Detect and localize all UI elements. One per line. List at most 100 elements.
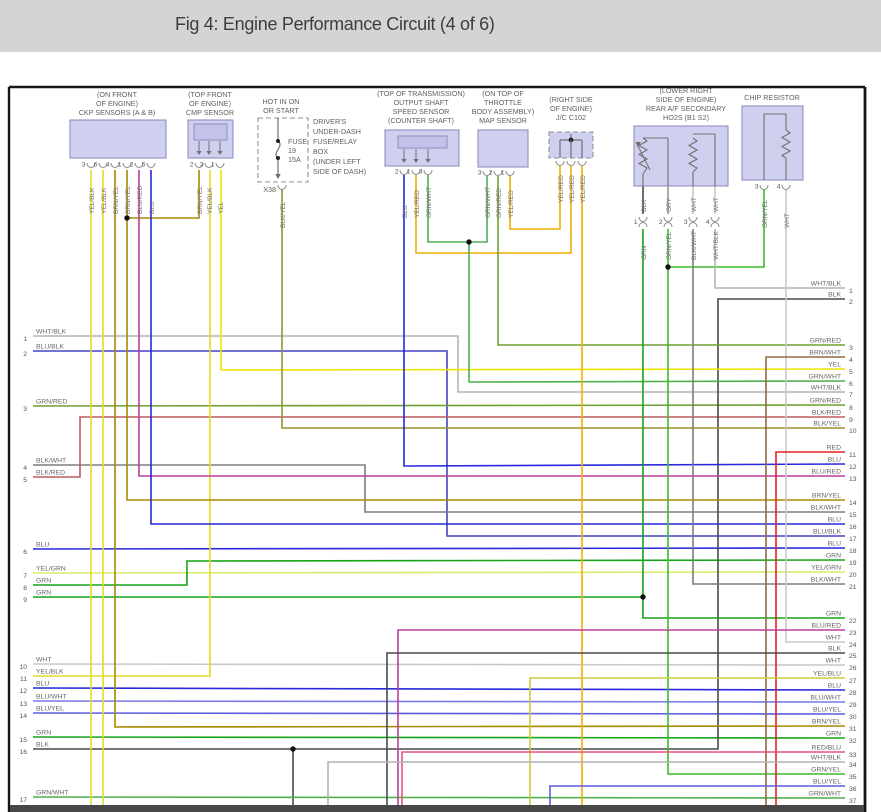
right-rail-label: GRN <box>826 611 841 618</box>
left-rail-label: BLK/WHT <box>36 458 66 465</box>
wire-YEL_BLK <box>33 170 210 676</box>
wire-YEL_RED <box>416 165 571 253</box>
pin-connector-icon <box>711 217 719 222</box>
right-rail-number: 2 <box>849 299 853 306</box>
left-rail-number: 9 <box>23 597 27 604</box>
pin-connector-icon <box>147 163 155 168</box>
left-rail-number: 10 <box>19 664 27 671</box>
right-rail-label: BLU <box>828 541 841 548</box>
component-title-ho2s: SIDE OF ENGINE) <box>656 95 717 104</box>
wire-GRN_WHT <box>33 797 845 798</box>
right-rail-label: YEL <box>828 362 841 369</box>
right-rail-number: 3 <box>849 345 853 352</box>
inner-wire-label: WHT <box>691 197 698 212</box>
left-rail-label: BLK <box>36 742 49 749</box>
inner-wire-label: BLK <box>641 199 648 212</box>
component-box-chip <box>742 106 803 180</box>
fuse-dot <box>276 156 280 160</box>
pin-number: 5 <box>142 162 146 169</box>
component-title-cmp: CMP SENSOR <box>186 108 234 117</box>
right-rail-number: 27 <box>849 678 857 685</box>
wire-BLU_WHT <box>33 701 845 702</box>
left-rail-label: YEL/BLK <box>36 669 64 676</box>
left-rail-number: 16 <box>19 749 27 756</box>
pin-connector-icon <box>664 217 672 222</box>
pin-number: 3 <box>755 184 759 191</box>
right-rail-label: BRN/YEL <box>812 493 841 500</box>
left-rail-number: 8 <box>23 585 27 592</box>
wire-YEL_RED <box>510 165 560 229</box>
junction-dot <box>124 215 129 220</box>
left-rail-number: 6 <box>23 549 27 556</box>
pin-connector-icon <box>711 223 719 227</box>
fuse-dot <box>276 139 280 143</box>
right-rail-number: 16 <box>849 524 857 531</box>
wire-color-label: BLU/RED <box>137 186 144 214</box>
pin-number: 2 <box>659 219 663 226</box>
junction-dot <box>290 746 295 751</box>
right-rail-label: GRN/RED <box>810 398 841 405</box>
pin-number: 3 <box>419 169 423 176</box>
junction-dot <box>466 239 471 244</box>
right-rail-number: 1 <box>849 288 853 295</box>
right-rail-number: 33 <box>849 752 857 759</box>
component-inner-cmp <box>194 124 227 140</box>
right-rail-number: 7 <box>849 392 853 399</box>
wire-color-label: YEL <box>218 201 225 214</box>
pin-connector-icon <box>506 171 514 176</box>
wire-BLU_BLK <box>33 351 845 536</box>
wire-color-label: BRN/YEL <box>125 186 132 214</box>
left-rail-label: BLU/BLK <box>36 344 64 351</box>
component-title-map: THROTTLE <box>484 98 522 107</box>
right-rail-label: BLK/YEL <box>813 421 841 428</box>
component-text-fusebox: X38 <box>263 185 276 194</box>
pin-number: 6 <box>94 162 98 169</box>
wire-YEL_BLU <box>530 678 845 812</box>
right-rail-label: BLU/RED <box>812 623 842 630</box>
left-rail-label: GRN <box>36 730 51 737</box>
component-title-map: MAP SENSOR <box>479 116 527 125</box>
wire-BRN_YEL <box>127 170 845 500</box>
component-box-map <box>478 130 528 167</box>
pin-number: 3 <box>82 162 86 169</box>
component-title-chip: CHIP RESISTOR <box>744 93 800 102</box>
left-rail-label: WHT/BLK <box>36 329 67 336</box>
right-rail-number: 28 <box>849 690 857 697</box>
right-rail-number: 22 <box>849 618 857 625</box>
pin-number: 3 <box>200 162 204 169</box>
pin-number: 2 <box>190 162 194 169</box>
right-rail-label: BLK/WHT <box>811 505 841 512</box>
wire-color-label: BLU <box>149 201 156 214</box>
wire-color-label: BRN/YEL <box>197 186 204 214</box>
fusebox-note: BOX <box>313 147 328 156</box>
component-title-map: (ON TOP OF <box>482 89 524 98</box>
pin-number: 4 <box>777 184 781 191</box>
pin-number: 2 <box>130 162 134 169</box>
wire-color-label: GRN/WHT <box>426 187 433 218</box>
pin-connector-icon <box>216 163 224 168</box>
right-rail-label: BLK <box>828 646 841 653</box>
fuse-element-icon <box>276 141 280 158</box>
right-rail-label: GRN/WHT <box>809 374 841 381</box>
right-rail-label: RED/BLU <box>812 745 842 752</box>
right-rail-label: GRN <box>826 731 841 738</box>
component-title-jc: J/C C102 <box>556 113 586 122</box>
wire-color-label: BLK/WHT <box>691 231 698 260</box>
wiring-diagram-page: Fig 4: Engine Performance Circuit (4 of … <box>0 0 881 812</box>
right-rail-label: BLU <box>828 457 841 464</box>
wire-color-label: WHT <box>784 213 791 228</box>
component-box-ckp <box>70 120 166 158</box>
pin-number: 3 <box>478 170 482 177</box>
right-rail-number: 18 <box>849 548 857 555</box>
wire-color-label: YEL/RED <box>580 175 587 203</box>
pin-connector-icon <box>578 161 586 166</box>
right-rail-label: BLU <box>828 517 841 524</box>
left-rail-number: 3 <box>23 406 27 413</box>
component-inner-oss <box>398 136 447 148</box>
left-rail-number: 7 <box>23 573 27 580</box>
fusebox-note: DRIVER'S <box>313 117 347 126</box>
right-rail-label: BLU/YEL <box>813 707 841 714</box>
pin-number: 1 <box>118 162 122 169</box>
left-rail-number: 4 <box>23 465 27 472</box>
right-rail-label: YEL/GRN <box>811 565 841 572</box>
